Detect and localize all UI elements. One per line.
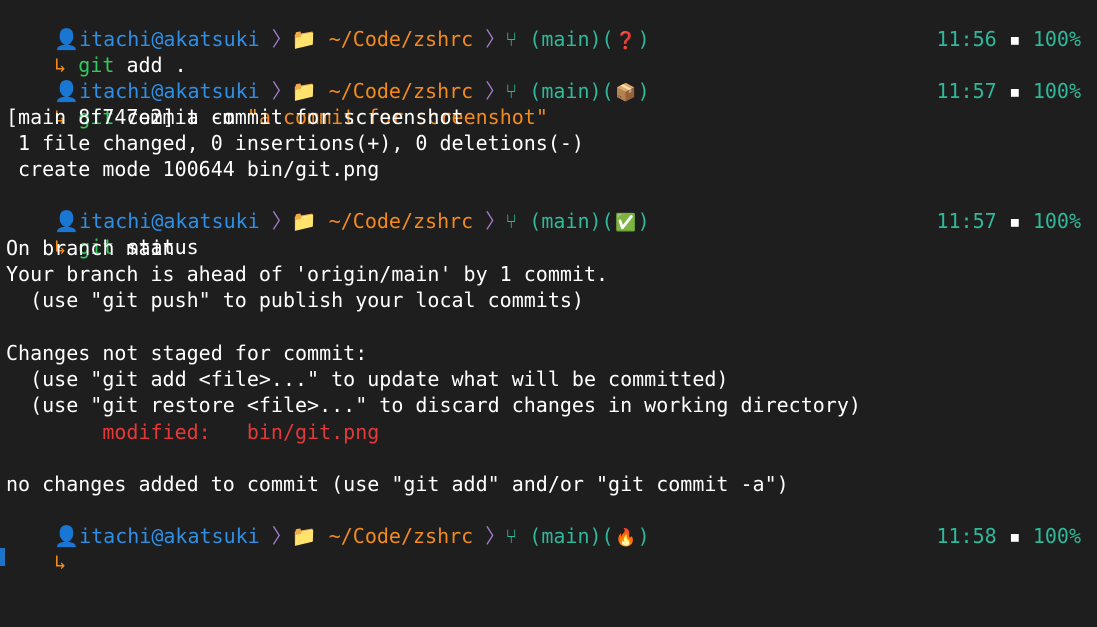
output-line: (use "git push" to publish your local co… [6,288,584,312]
output-line: Changes not staged for commit: [6,341,368,365]
command-line: ↳ git add . 11:56 ▪ 100% [6,26,1097,77]
output-line: On branch main [6,236,175,260]
status-right: 11:57 ▪ 100% [936,208,1081,234]
output-line: (use "git restore <file>..." to discard … [6,393,861,417]
separator-dot: ▪ [1008,524,1021,548]
status-right: 11:58 ▪ 100% [936,523,1081,549]
prompt-line: 👤itachi@akatsuki 〉📁 ~/Code/zshrc 〉⑂ (mai… [6,0,1097,51]
modified-file: bin/git.png [246,420,380,444]
battery: 100% [1032,27,1081,51]
terminal-window[interactable]: 👤itachi@akatsuki 〉📁 ~/Code/zshrc 〉⑂ (mai… [0,0,1097,574]
output-line: Your branch is ahead of 'origin/main' by… [6,262,609,286]
battery: 100% [1032,524,1081,548]
status-right: 11:57 ▪ 100% [936,78,1081,104]
separator-dot: ▪ [1008,79,1021,103]
output-line: [main 8f747e2] a commit for screenshot [6,105,464,129]
modified-label: modified: [6,420,247,444]
output-line: create mode 100644 bin/git.png [6,157,380,181]
clock: 11:57 [936,209,997,233]
output-line-modified: modified: bin/git.png [6,419,1097,445]
separator-dot: ▪ [1008,209,1021,233]
command-line: ↳ git status 11:57 ▪ 100% [6,208,1097,259]
prompt-line: 👤itachi@akatsuki 〉📁 ~/Code/zshrc 〉⑂ (mai… [6,52,1097,103]
status-right: 11:56 ▪ 100% [936,26,1081,52]
battery: 100% [1032,79,1081,103]
text-cursor [0,548,5,566]
separator-dot: ▪ [1008,27,1021,51]
return-arrow-icon: ↳ [54,550,67,574]
clock: 11:58 [936,524,997,548]
clock: 11:56 [936,27,997,51]
command-line: ↳ git commit -m "a commit for screenshot… [6,78,1097,129]
output-line: 1 file changed, 0 insertions(+), 0 delet… [6,131,584,155]
output-line: (use "git add <file>..." to update what … [6,367,729,391]
prompt-line: 👤itachi@akatsuki 〉📁 ~/Code/zshrc 〉⑂ (mai… [6,182,1097,233]
battery: 100% [1032,209,1081,233]
clock: 11:57 [936,79,997,103]
command-line-active[interactable]: ↳ 11:58 ▪ 100% [6,523,1097,574]
output-line: no changes added to commit (use "git add… [6,472,789,496]
prompt-line: 👤itachi@akatsuki 〉📁 ~/Code/zshrc 〉⑂ (mai… [6,497,1097,548]
